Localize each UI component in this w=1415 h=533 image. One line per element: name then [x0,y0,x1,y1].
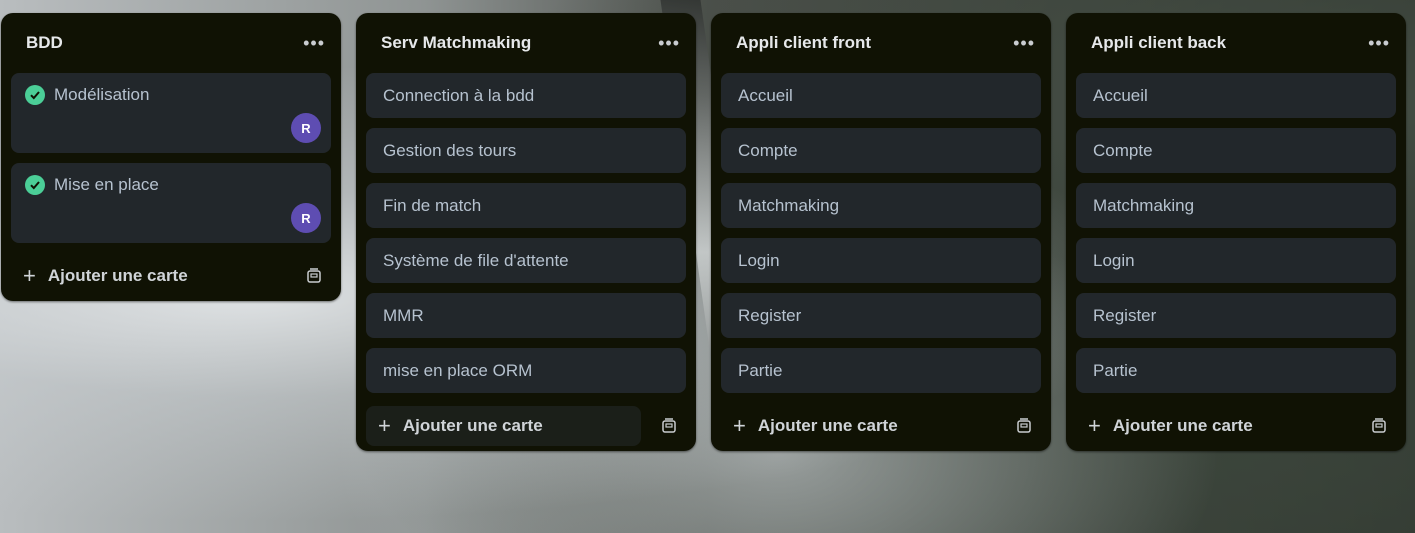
add-card-button[interactable]: + Ajouter une carte [366,406,641,446]
card-label: Fin de match [383,195,482,215]
add-card-label: Ajouter une carte [1112,416,1253,435]
add-card-label: Ajouter une carte [47,266,188,285]
card-label: Modélisation [54,85,150,104]
ellipsis-icon[interactable]: ••• [1368,34,1390,52]
list-header: Serv Matchmaking ••• [356,13,696,73]
add-card-label: Ajouter une carte [757,416,898,435]
card-label: Accueil [1093,85,1148,105]
card[interactable]: Mise en place R [11,163,331,243]
plus-icon: + [23,263,36,288]
card-label: mise en place ORM [383,360,533,380]
card-label: Matchmaking [1093,195,1195,215]
ellipsis-icon[interactable]: ••• [303,34,325,52]
list-appli-client-front: Appli client front ••• Accueil Compte Ma… [711,13,1051,451]
card[interactable]: Login [721,238,1041,283]
list-header: Appli client back ••• [1066,13,1406,73]
card[interactable]: Register [721,293,1041,338]
card[interactable]: Gestion des tours [366,128,686,173]
card[interactable]: Connection à la bdd [366,73,686,118]
card-template-icon[interactable] [1015,417,1033,435]
card[interactable]: mise en place ORM [366,348,686,393]
list-header: BDD ••• [1,13,341,73]
avatar[interactable]: R [291,113,321,143]
card-label: Connection à la bdd [383,85,535,105]
card[interactable]: Accueil [1076,73,1396,118]
card-label: Compte [738,140,798,160]
list-title[interactable]: Serv Matchmaking [381,33,531,53]
card[interactable]: Matchmaking [721,183,1041,228]
card[interactable]: Matchmaking [1076,183,1396,228]
card[interactable]: Compte [1076,128,1396,173]
card-label: Partie [1093,360,1138,380]
card-label: Accueil [738,85,793,105]
plus-icon: + [378,413,391,438]
plus-icon: + [733,413,746,438]
card-label: Compte [1093,140,1153,160]
list-appli-client-back: Appli client back ••• Accueil Compte Mat… [1066,13,1406,451]
card[interactable]: Modélisation R [11,73,331,153]
card-label: MMR [383,305,424,325]
list-title[interactable]: BDD [26,33,63,53]
card-label: Matchmaking [738,195,840,215]
card[interactable]: Fin de match [366,183,686,228]
check-circle-icon[interactable] [25,85,45,105]
card-label: Mise en place [54,175,159,194]
card[interactable]: MMR [366,293,686,338]
add-card-button[interactable]: + Ajouter une carte [11,256,286,296]
card[interactable]: Accueil [721,73,1041,118]
list-title[interactable]: Appli client front [736,33,871,53]
card-label: Register [1093,305,1157,325]
card-label: Login [1093,250,1135,270]
card[interactable]: Partie [721,348,1041,393]
list-serv-matchmaking: Serv Matchmaking ••• Connection à la bdd… [356,13,696,451]
card-template-icon[interactable] [305,267,323,285]
ellipsis-icon[interactable]: ••• [658,34,680,52]
card[interactable]: Système de file d'attente [366,238,686,283]
add-card-button[interactable]: + Ajouter une carte [721,406,996,446]
card[interactable]: Partie [1076,348,1396,393]
add-card-label: Ajouter une carte [402,416,543,435]
check-circle-icon[interactable] [25,175,45,195]
card-template-icon[interactable] [1370,417,1388,435]
card-template-icon[interactable] [660,417,678,435]
card[interactable]: Login [1076,238,1396,283]
card-label: Partie [738,360,783,380]
avatar[interactable]: R [291,203,321,233]
card-label: Gestion des tours [383,140,517,160]
list-bdd: BDD ••• Modélisation R Mise en place R +… [1,13,341,301]
ellipsis-icon[interactable]: ••• [1013,34,1035,52]
card-label: Système de file d'attente [383,250,569,270]
add-card-button[interactable]: + Ajouter une carte [1076,406,1351,446]
list-title[interactable]: Appli client back [1091,33,1226,53]
card[interactable]: Compte [721,128,1041,173]
plus-icon: + [1088,413,1101,438]
card-label: Login [738,250,780,270]
card-label: Register [738,305,802,325]
list-header: Appli client front ••• [711,13,1051,73]
card[interactable]: Register [1076,293,1396,338]
